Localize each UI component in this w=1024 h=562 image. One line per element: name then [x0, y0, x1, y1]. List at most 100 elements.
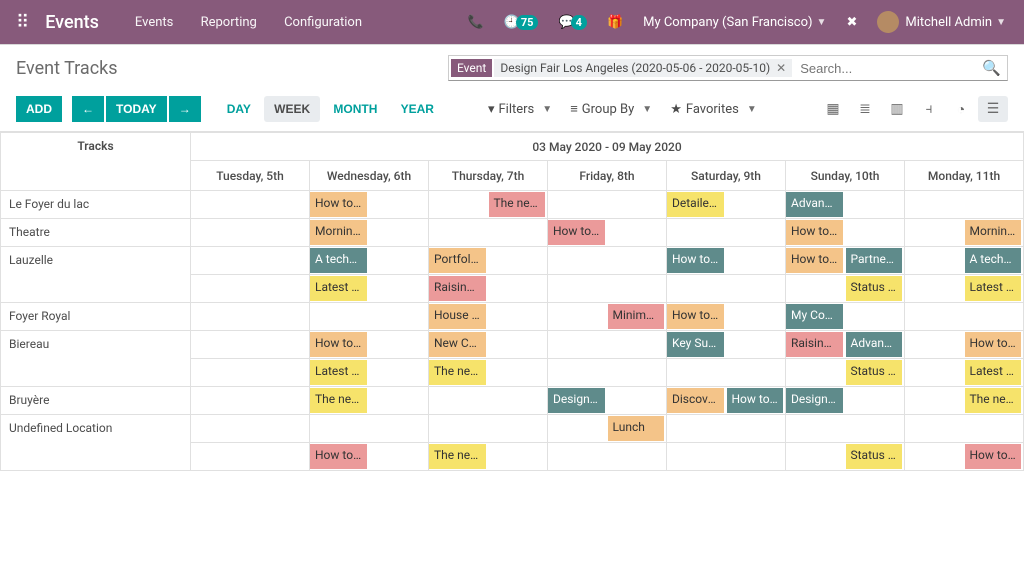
gantt-bar[interactable]: Detailed r… [667, 192, 724, 217]
gantt-cell[interactable] [726, 415, 786, 443]
gantt-bar[interactable]: The new … [965, 388, 1022, 413]
gantt-cell[interactable] [607, 219, 667, 247]
gantt-cell[interactable]: Raising q… [786, 331, 846, 359]
today-button[interactable]: TODAY [106, 96, 167, 122]
gantt-cell[interactable]: House of … [429, 303, 489, 331]
gantt-cell[interactable] [191, 415, 251, 443]
menu-reporting[interactable]: Reporting [189, 15, 269, 30]
gantt-cell[interactable] [786, 359, 846, 387]
gantt-bar[interactable]: How to i… [727, 388, 784, 413]
gantt-cell[interactable] [667, 219, 727, 247]
gantt-cell[interactable] [310, 303, 370, 331]
gantt-bar[interactable]: The new … [310, 388, 367, 413]
gantt-cell[interactable] [845, 303, 905, 331]
gantt-cell[interactable] [250, 331, 310, 359]
gantt-bar[interactable]: Status & … [846, 444, 903, 469]
view-graph-icon[interactable]: ⫞ [914, 96, 944, 122]
next-button[interactable]: → [169, 96, 201, 122]
gantt-cell[interactable]: How to d… [786, 219, 846, 247]
gantt-bar[interactable]: Latest tre… [310, 360, 367, 385]
gantt-bar[interactable]: A technic… [310, 248, 367, 273]
gantt-cell[interactable]: Raising q… [429, 275, 489, 303]
gantt-cell[interactable] [488, 415, 548, 443]
gantt-bar[interactable]: Advanced… [846, 332, 903, 357]
gantt-cell[interactable] [191, 219, 251, 247]
gantt-cell[interactable] [667, 415, 727, 443]
gantt-bar[interactable]: Status & … [846, 276, 903, 301]
range-month[interactable]: MONTH [323, 96, 387, 122]
discuss-icon[interactable]: 💬4 [548, 15, 597, 30]
gantt-cell[interactable]: Latest tre… [310, 359, 370, 387]
gift-icon[interactable]: 🎁 [597, 15, 633, 30]
gantt-cell[interactable] [964, 303, 1024, 331]
search-bar[interactable]: Event Design Fair Los Angeles (2020-05-0… [448, 55, 1008, 81]
gantt-bar[interactable]: How to b… [310, 332, 367, 357]
gantt-cell[interactable] [488, 247, 548, 275]
gantt-cell[interactable] [369, 191, 429, 219]
gantt-cell[interactable] [250, 191, 310, 219]
gantt-cell[interactable] [964, 191, 1024, 219]
gantt-cell[interactable] [845, 219, 905, 247]
gantt-cell[interactable] [905, 247, 965, 275]
gantt-cell[interactable]: Discover … [667, 387, 727, 415]
gantt-cell[interactable] [548, 275, 608, 303]
clock-badge[interactable]: 🕘75 [494, 15, 549, 30]
filters-button[interactable]: ▾Filters▼ [484, 97, 556, 121]
gantt-cell[interactable]: New Certi… [429, 331, 489, 359]
gantt-cell[interactable] [488, 303, 548, 331]
prev-button[interactable]: ← [72, 96, 104, 122]
phone-icon[interactable]: 📞 [457, 15, 493, 30]
gantt-cell[interactable] [667, 359, 727, 387]
gantt-cell[interactable]: The new … [310, 387, 370, 415]
gantt-bar[interactable]: Minimal b… [608, 304, 665, 329]
view-list-icon[interactable]: ≣ [850, 96, 880, 122]
gantt-cell[interactable] [488, 387, 548, 415]
gantt-cell[interactable] [726, 359, 786, 387]
breadcrumb-title[interactable]: Event Tracks [16, 58, 118, 79]
gantt-cell[interactable] [548, 247, 608, 275]
gantt-cell[interactable] [369, 247, 429, 275]
gantt-bar[interactable]: Design co… [548, 388, 605, 413]
gantt-cell[interactable]: Latest tre… [964, 359, 1024, 387]
gantt-bar[interactable]: The new … [429, 360, 486, 385]
gantt-cell[interactable] [191, 359, 251, 387]
gantt-bar[interactable]: How to fo… [786, 248, 843, 273]
gantt-cell[interactable] [429, 387, 489, 415]
gantt-cell[interactable] [488, 331, 548, 359]
gantt-bar[interactable]: Morning … [310, 220, 367, 245]
gantt-cell[interactable]: Morning … [310, 219, 370, 247]
gantt-cell[interactable] [845, 387, 905, 415]
gantt-cell[interactable] [905, 275, 965, 303]
gantt-cell[interactable] [488, 359, 548, 387]
gantt-cell[interactable] [369, 303, 429, 331]
gantt-bar[interactable]: How to d… [548, 220, 605, 245]
gantt-bar[interactable]: The new … [429, 444, 486, 469]
facet-remove-icon[interactable]: ✕ [776, 61, 786, 75]
gantt-cell[interactable]: Lunch [607, 415, 667, 443]
gantt-cell[interactable]: How to d… [548, 219, 608, 247]
gantt-cell[interactable] [845, 191, 905, 219]
menu-events[interactable]: Events [123, 15, 185, 30]
gantt-cell[interactable] [369, 443, 429, 471]
gantt-cell[interactable]: Status & … [845, 275, 905, 303]
gantt-cell[interactable] [726, 275, 786, 303]
gantt-cell[interactable] [310, 415, 370, 443]
gantt-bar[interactable]: Lunch [608, 416, 665, 441]
gantt-cell[interactable]: The new … [429, 359, 489, 387]
gantt-cell[interactable] [905, 303, 965, 331]
gantt-cell[interactable] [786, 443, 846, 471]
gantt-cell[interactable]: Status & … [845, 359, 905, 387]
gantt-bar[interactable]: Status & … [846, 360, 903, 385]
gantt-bar[interactable]: Discover … [667, 388, 724, 413]
gantt-bar[interactable]: Advanced… [786, 192, 843, 217]
gantt-bar[interactable]: Morning … [965, 220, 1022, 245]
gantt-cell[interactable] [488, 275, 548, 303]
gantt-cell[interactable] [250, 387, 310, 415]
gantt-cell[interactable] [488, 219, 548, 247]
gantt-cell[interactable] [607, 191, 667, 219]
gantt-cell[interactable]: How to in… [310, 191, 370, 219]
gantt-bar[interactable]: Latest tre… [965, 360, 1022, 385]
gantt-cell[interactable]: Minimal b… [607, 303, 667, 331]
gantt-cell[interactable] [607, 359, 667, 387]
gantt-bar[interactable]: Partnersh… [846, 248, 903, 273]
